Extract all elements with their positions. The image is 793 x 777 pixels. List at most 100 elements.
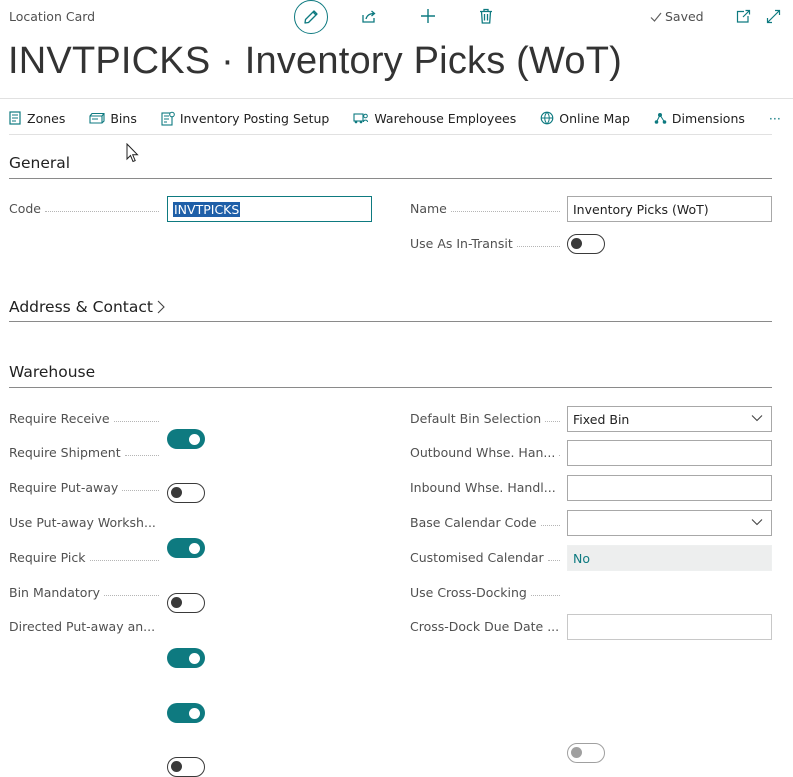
name-label-text: Name [410,201,447,216]
general-section-divider [9,178,772,179]
require-pick-label: Require Pick [9,550,159,565]
dimensions-icon [654,113,667,124]
name-label: Name [410,201,560,216]
code-input-value: INVTPICKS [173,201,241,217]
require-shipment-label-text: Require Shipment [9,445,121,460]
in-transit-toggle[interactable] [567,234,605,254]
directed-put-away-label-text: Directed Put-away an... [9,619,156,634]
expand-icon [766,9,780,23]
bins-icon [89,112,105,124]
require-shipment-label: Require Shipment [9,445,159,460]
inventory-posting-setup-label: Inventory Posting Setup [179,110,330,126]
code-label: Code [9,201,159,216]
inbound-whse-handling-label: Inbound Whse. Handl... [410,480,560,495]
base-calendar-code-select[interactable] [567,510,772,536]
more-icon: ··· [768,110,781,126]
customised-calendar-label: Customised Calendar [410,550,560,565]
default-bin-selection-select[interactable]: Fixed Bin [567,406,772,432]
customised-calendar-value[interactable]: No [573,551,590,566]
require-pick-toggle[interactable] [167,648,205,668]
action-bar-bottom-divider [9,134,772,135]
delete-icon [480,8,492,24]
bin-mandatory-label: Bin Mandatory [9,585,159,600]
edit-button[interactable] [294,0,328,34]
outbound-whse-handling-label-text: Outbound Whse. Han... [410,445,556,460]
warehouse-employees-action[interactable]: Warehouse Employees [353,111,516,126]
dimensions-label: Dimensions [671,110,745,126]
inbound-whse-handling-label-text: Inbound Whse. Handl... [410,480,556,495]
directed-put-away-label: Directed Put-away an... [9,619,159,634]
address-section-divider [9,321,772,322]
address-contact-section-title[interactable]: Address & Contact [9,298,165,316]
cross-dock-due-date-label: Cross-Dock Due Date ... [410,619,560,634]
online-map-icon [540,111,554,125]
zones-action[interactable]: Zones [9,111,65,126]
open-new-window-button[interactable] [735,8,751,24]
save-status-text: Saved [665,9,704,24]
plus-icon [421,9,435,23]
customised-calendar-label-text: Customised Calendar [410,550,544,565]
warehouse-employees-label: Warehouse Employees [374,110,517,126]
use-cross-docking-label: Use Cross-Docking [410,585,560,600]
require-receive-toggle[interactable] [167,429,205,449]
outbound-whse-handling-input[interactable] [567,440,772,466]
bin-mandatory-toggle[interactable] [167,703,205,723]
chevron-down-icon [751,415,763,422]
page-title: INVTPICKS · Inventory Picks (WoT) [8,40,623,82]
base-calendar-code-label-text: Base Calendar Code [410,515,537,530]
zones-icon [9,111,21,125]
in-transit-label-text: Use As In-Transit [410,236,513,251]
customised-calendar-value-box: No [567,545,772,571]
online-map-label: Online Map [559,110,630,126]
code-label-text: Code [9,201,42,216]
open-new-window-icon [736,9,750,23]
use-cross-docking-toggle [567,743,605,763]
default-bin-selection-label: Default Bin Selection [410,411,560,426]
more-actions-button[interactable]: ··· [769,111,781,126]
action-bar: Zones Bins Inventory Posting Setup Wareh… [9,107,781,129]
dimensions-action[interactable]: Dimensions [654,111,745,126]
base-calendar-code-label: Base Calendar Code [410,515,560,530]
address-contact-title-text: Address & Contact [9,298,153,316]
warehouse-section-divider [9,387,772,388]
cross-dock-due-date-label-text: Cross-Dock Due Date ... [410,619,560,634]
use-cross-docking-label-text: Use Cross-Docking [410,585,527,600]
require-pick-label-text: Require Pick [9,550,86,565]
name-input-value: Inventory Picks (WoT) [573,201,709,217]
share-icon [362,10,376,23]
bin-mandatory-label-text: Bin Mandatory [9,585,100,600]
inventory-posting-setup-action[interactable]: Inventory Posting Setup [161,110,330,126]
general-section-title: General [9,154,71,172]
in-transit-label: Use As In-Transit [410,236,560,251]
chevron-right-icon [157,300,165,314]
expand-button[interactable] [765,8,781,24]
use-put-away-worksheet-label: Use Put-away Worksh... [9,515,159,530]
cross-dock-due-date-input[interactable] [567,614,772,640]
name-input[interactable]: Inventory Picks (WoT) [567,196,772,222]
bins-action[interactable]: Bins [89,110,137,126]
save-status: Saved [650,9,704,24]
use-put-away-worksheet-toggle[interactable] [167,593,205,613]
edit-icon [304,10,318,24]
warehouse-section-title: Warehouse [9,363,96,381]
default-bin-selection-label-text: Default Bin Selection [410,411,542,426]
directed-put-away-toggle[interactable] [167,757,205,777]
warehouse-employees-icon [353,113,369,124]
inbound-whse-handling-input[interactable] [567,475,772,501]
posting-setup-icon [161,111,175,126]
online-map-action[interactable]: Online Map [540,111,630,126]
share-button[interactable] [360,7,378,25]
delete-button[interactable] [477,7,495,25]
outbound-whse-handling-label: Outbound Whse. Han... [410,445,560,460]
require-put-away-toggle[interactable] [167,538,205,558]
action-bar-top-divider [0,98,793,99]
require-receive-label-text: Require Receive [9,411,110,426]
code-input[interactable]: INVTPICKS [167,196,372,222]
check-icon [650,12,662,22]
new-button[interactable] [419,7,437,25]
bins-action-label: Bins [110,110,137,126]
chevron-down-icon [751,519,763,526]
require-put-away-label-text: Require Put-away [9,480,119,495]
require-shipment-toggle[interactable] [167,483,205,503]
require-receive-label: Require Receive [9,411,159,426]
